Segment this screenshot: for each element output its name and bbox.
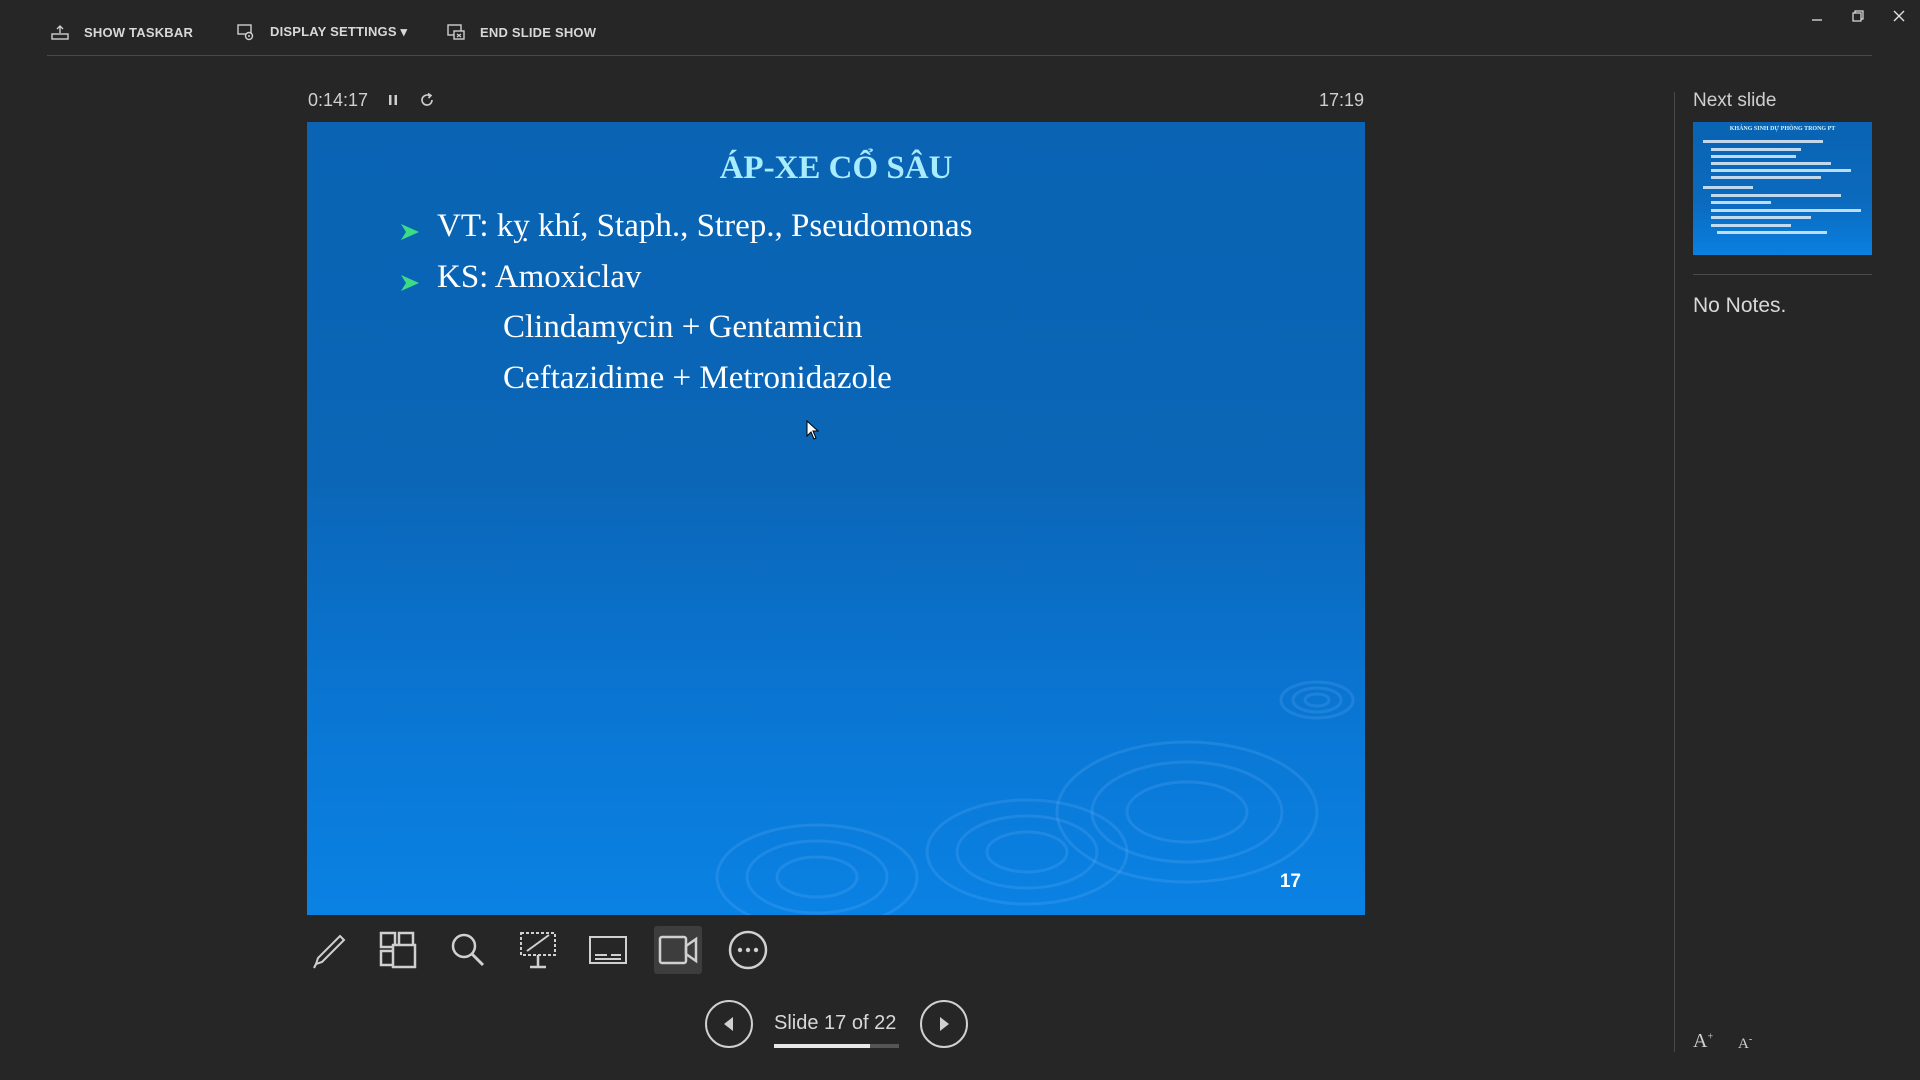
see-all-slides-button[interactable] [374, 926, 422, 974]
current-slide[interactable]: ÁP-XE CỔ SÂU VT: kỵ khí, Staph., Strep.,… [307, 122, 1365, 915]
toolbar-divider [47, 55, 1872, 56]
more-options-button[interactable] [724, 926, 772, 974]
mouse-cursor-icon [806, 420, 820, 440]
decrease-font-label: A [1738, 1036, 1749, 1052]
next-slide-label: Next slide [1693, 90, 1777, 111]
show-taskbar-label: SHOW TASKBAR [84, 24, 194, 40]
previous-icon [724, 1017, 733, 1031]
pointer-options-icon [520, 932, 556, 969]
sub-line: Ceftazidime + Metronidazole [503, 360, 892, 396]
subtitles-button[interactable] [584, 926, 632, 974]
pointer-options-button[interactable] [514, 926, 562, 974]
pen-tool-button[interactable] [304, 926, 352, 974]
thumbnail-text-line [1711, 176, 1821, 179]
thumbnail-text-line [1703, 140, 1823, 143]
thumbnail-text-line [1711, 148, 1801, 151]
elapsed-timer: 0:14:17 [308, 90, 369, 110]
zoom-button[interactable] [444, 926, 492, 974]
slide-progress-bar [774, 1044, 899, 1048]
thumbnail-text-line [1711, 194, 1841, 197]
thumbnail-text-line [1703, 186, 1753, 189]
increase-font-button[interactable]: A+ [1693, 1030, 1713, 1053]
bullet-item: VT: kỵ khí, Staph., Strep., Pseudomonas [437, 208, 973, 244]
bullet-item: KS: Amoxiclav [437, 259, 642, 295]
clock: 17:19 [1318, 90, 1364, 110]
close-icon [1893, 10, 1905, 22]
minimize-button[interactable] [1800, 4, 1834, 28]
decrease-font-button[interactable]: A- [1738, 1034, 1752, 1053]
display-settings-label: DISPLAY SETTINGS ▾ [270, 24, 408, 39]
next-slide-button[interactable] [920, 1000, 968, 1048]
thumbnail-text-line [1711, 155, 1796, 158]
slide-grid-icon [379, 931, 417, 969]
minimize-icon [1812, 19, 1822, 21]
thumbnail-text-line [1711, 209, 1861, 212]
next-slide-thumbnail[interactable]: KHÁNG SINH DỰ PHÒNG TRONG PT [1693, 122, 1872, 255]
pause-timer-button[interactable] [383, 90, 403, 110]
pane-divider[interactable] [1674, 92, 1675, 1052]
show-taskbar-button[interactable]: SHOW TASKBAR [50, 20, 193, 44]
notes-divider [1693, 274, 1872, 275]
pen-icon [313, 934, 346, 969]
end-show-icon [447, 24, 465, 40]
thumbnail-title: KHÁNG SINH DỰ PHÒNG TRONG PT [1729, 126, 1836, 132]
thumbnail-text-line [1711, 169, 1851, 172]
display-settings-button[interactable]: DISPLAY SETTINGS ▾ [236, 20, 407, 44]
slide-progress-fill [774, 1044, 871, 1048]
slide-number: 17 [1279, 871, 1301, 892]
subtitles-icon [589, 936, 627, 964]
speaker-notes: No Notes. [1693, 294, 1787, 317]
thumbnail-text-line [1711, 224, 1791, 227]
presenter-toolbar: SHOW TASKBAR DISPLAY SETTINGS ▾ END SLID… [0, 0, 1920, 56]
thumbnail-text-line [1711, 216, 1811, 219]
restore-button[interactable] [1841, 4, 1875, 28]
bullet-arrow-icon [401, 275, 419, 291]
camera-button[interactable] [654, 926, 702, 974]
close-button[interactable] [1882, 4, 1916, 28]
taskbar-icon [51, 25, 69, 40]
more-options-icon [728, 930, 768, 970]
end-slide-show-button[interactable]: END SLIDE SHOW [446, 20, 596, 44]
restart-icon [421, 92, 433, 106]
next-icon [940, 1017, 949, 1031]
bullet-arrow-icon [401, 224, 419, 240]
slide-counter[interactable]: Slide 17 of 22 [774, 1012, 896, 1035]
zoom-icon [451, 933, 485, 967]
end-slide-show-label: END SLIDE SHOW [480, 24, 597, 40]
restore-icon [1852, 10, 1864, 22]
thumbnail-text-line [1711, 201, 1771, 204]
slide-title: ÁP-XE CỔ SÂU [719, 150, 953, 186]
previous-slide-button[interactable] [705, 1000, 753, 1048]
display-settings-icon [237, 24, 254, 41]
restart-timer-button[interactable] [417, 90, 437, 110]
pause-icon [389, 95, 397, 105]
camera-icon [658, 935, 698, 965]
thumbnail-text-line [1711, 162, 1831, 165]
sub-line: Clindamycin + Gentamicin [503, 309, 863, 345]
increase-font-label: A [1693, 1030, 1708, 1052]
thumbnail-text-line [1717, 231, 1827, 234]
